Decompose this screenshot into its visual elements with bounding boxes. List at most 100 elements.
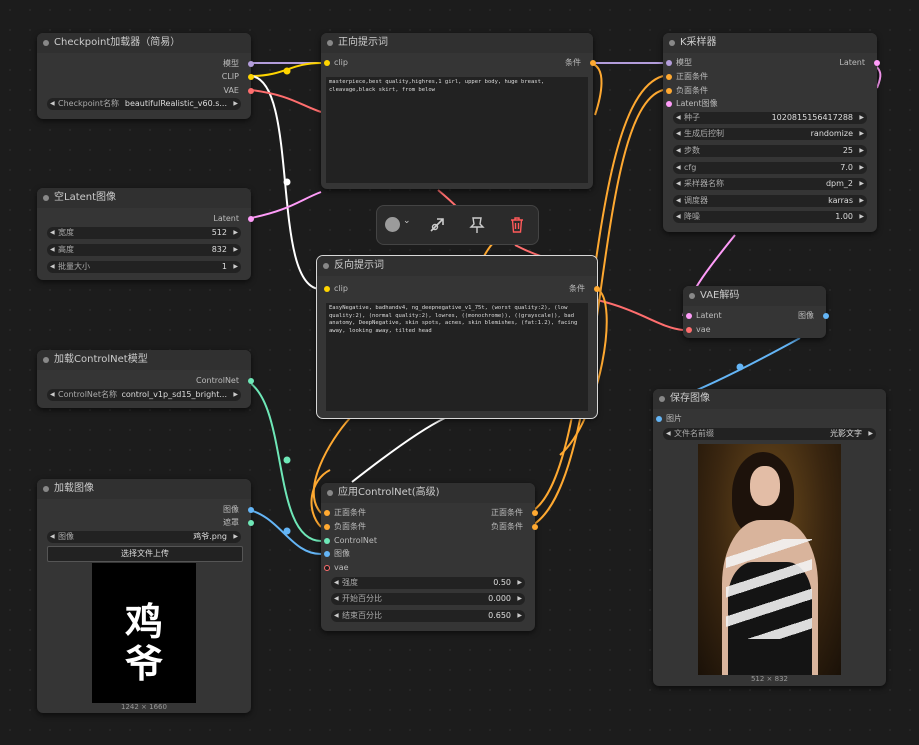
reroute-dot[interactable] [283,67,291,75]
node-title[interactable]: K采样器 [663,33,877,53]
widget-value: beautifulRealistic_v60.s... [124,99,227,108]
input-slot-negative[interactable] [666,88,672,94]
node-title[interactable]: Checkpoint加载器（简易） [37,33,251,53]
node-title[interactable]: 反向提示词 [317,256,597,276]
output-slot-model[interactable] [248,61,254,67]
batch-size-widget[interactable]: 批量大小 1 [47,261,241,273]
empty-latent-node[interactable]: 空Latent图像 Latent 宽度 512 高度 832 批量大小 1 [37,188,254,280]
strength-widget[interactable]: 强度 0.50 [331,577,525,589]
input-slot-images[interactable] [656,416,662,422]
input-slot-clip[interactable] [324,60,330,66]
input-slot-image[interactable] [324,551,330,557]
save-image-node[interactable]: 保存图像 图片 文件名前缀 光影文字 512 × 832 [653,389,886,686]
node-title[interactable]: 空Latent图像 [37,188,251,208]
ksampler-node[interactable]: K采样器 模型 正面条件 负面条件 Latent图像 Latent 种子 102… [663,33,880,232]
output-slot-latent[interactable] [248,216,254,222]
output-slot-cond[interactable] [590,60,596,66]
widget-value: 1.00 [835,212,853,221]
negative-prompt-textarea[interactable]: EasyNegative, badhandv4, ng_deepnegative… [326,303,588,411]
input-slot-positive[interactable] [324,510,330,516]
output-label-controlnet: ControlNet [196,376,239,385]
checkpoint-name-combo[interactable]: Checkpoint名称 beautifulRealistic_v60.s... [47,98,241,110]
widget-value: 512 [211,228,227,237]
end-percent-widget[interactable]: 结束百分比 0.650 [331,610,525,622]
wire-decode-save [696,337,801,391]
output-slot-vae[interactable] [248,88,254,94]
scheduler-widget[interactable]: 调度器 karras [673,195,867,207]
input-slot-controlnet[interactable] [324,538,330,544]
output-slot-mask[interactable] [248,520,254,526]
delete-icon[interactable] [507,215,527,235]
reroute-dot[interactable] [283,527,291,535]
widget-label: Checkpoint名称 [58,99,120,108]
input-slot-positive[interactable] [666,74,672,80]
input-slot-vae[interactable] [324,565,330,571]
input-slot-negative[interactable] [324,524,330,530]
output-slot-controlnet[interactable] [248,378,254,384]
height-number-widget[interactable]: 高度 832 [47,244,241,256]
input-slot-latent[interactable] [666,101,672,107]
load-image-node[interactable]: 加载图像 图像 遮罩 图像 鸡爷.png 选择文件上传 鸡 爷 1242 × 1… [37,479,254,713]
widget-label: 文件名前缀 [674,429,714,438]
bypass-icon[interactable] [427,215,447,235]
color-icon[interactable] [385,217,400,232]
widget-label: 批量大小 [58,262,90,271]
output-slot-clip[interactable] [248,74,254,80]
reroute-dot[interactable] [283,456,291,464]
output-label-cond: 条件 [569,284,585,293]
image-preview: 鸡 爷 [92,563,196,703]
image-size-label: 1242 × 1660 [121,703,167,711]
negative-prompt-node[interactable]: 反向提示词 clip 条件 EasyNegative, badhandv4, n… [316,255,600,419]
output-slot-image[interactable] [823,313,829,319]
node-title[interactable]: VAE解码 [683,286,826,306]
output-slot-cond[interactable] [594,286,600,292]
controlnet-name-combo[interactable]: ControlNet名称 control_v1p_sd15_bright... [47,389,241,401]
preview-calligraphy-text: 鸡 爷 [124,600,163,686]
cfg-widget[interactable]: cfg 7.0 [673,162,867,174]
input-label-clip: clip [334,58,348,67]
control-after-generate-widget[interactable]: 生成后控制 randomize [673,128,867,140]
widget-value: randomize [810,129,853,138]
node-title[interactable]: 应用ControlNet(高级) [321,483,535,503]
output-label-negative: 负面条件 [491,522,523,531]
upload-button[interactable]: 选择文件上传 [47,546,243,562]
positive-prompt-textarea[interactable]: masterpiece,best quality,highres,1 girl,… [326,77,588,183]
widget-label: ControlNet名称 [58,390,117,399]
output-slot-latent[interactable] [874,60,880,66]
steps-widget[interactable]: 步数 25 [673,145,867,157]
output-slot-positive[interactable] [532,510,538,516]
input-slot-vae[interactable] [686,327,692,333]
seed-widget[interactable]: 种子 1020815156417288 [673,112,867,124]
node-title[interactable]: 加载ControlNet模型 [37,350,251,370]
widget-label: 结束百分比 [342,611,382,620]
reroute-dot[interactable] [283,178,291,186]
widget-label: 高度 [58,245,74,254]
node-title[interactable]: 正向提示词 [321,33,593,53]
output-slot-negative[interactable] [532,524,538,530]
filename-prefix-widget[interactable]: 文件名前缀 光影文字 [663,428,876,440]
input-label-controlnet: ControlNet [334,536,377,545]
sampler-name-widget[interactable]: 采样器名称 dpm_2 [673,178,867,190]
width-number-widget[interactable]: 宽度 512 [47,227,241,239]
node-title[interactable]: 保存图像 [653,389,886,409]
controlnet-loader-node[interactable]: 加载ControlNet模型 ControlNet ControlNet名称 c… [37,350,254,408]
selection-toolbar: ⌄ [376,205,539,245]
denoise-widget[interactable]: 降噪 1.00 [673,211,867,223]
chevron-down-icon[interactable]: ⌄ [403,216,411,226]
start-percent-widget[interactable]: 开始百分比 0.000 [331,593,525,605]
input-label-negative: 负面条件 [676,86,708,95]
input-slot-model[interactable] [666,60,672,66]
input-slot-latent[interactable] [686,313,692,319]
vae-decode-node[interactable]: VAE解码 Latent vae 图像 [683,286,829,338]
positive-prompt-node[interactable]: 正向提示词 clip 条件 masterpiece,best quality,h… [321,33,596,189]
output-slot-image[interactable] [248,507,254,513]
image-file-combo[interactable]: 图像 鸡爷.png [47,531,241,543]
widget-label: 宽度 [58,228,74,237]
node-title[interactable]: 加载图像 [37,479,251,499]
checkpoint-loader-node[interactable]: Checkpoint加载器（简易） 模型 CLIP VAE Checkpoint… [37,33,254,119]
input-label-negative: 负面条件 [334,522,366,531]
pin-icon[interactable] [467,215,487,235]
reroute-dot[interactable] [736,363,744,371]
apply-controlnet-node[interactable]: 应用ControlNet(高级) 正面条件 负面条件 ControlNet 图像… [321,483,538,631]
input-slot-clip[interactable] [324,286,330,292]
